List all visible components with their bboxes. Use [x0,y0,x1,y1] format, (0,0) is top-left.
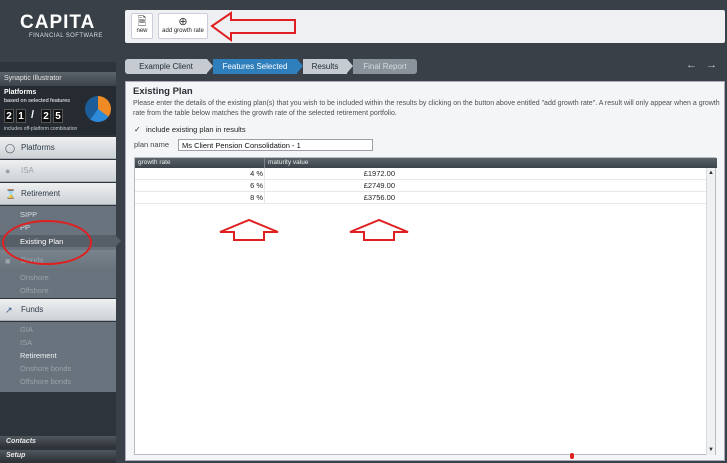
chart-icon: ↗ [5,305,13,315]
maturity-value-cell: £2749.00 [363,181,395,190]
counter-title: Platforms [4,89,37,96]
add-growth-rate-label: add growth rate [162,28,204,34]
scroll-up-icon[interactable]: ▲ [708,170,714,176]
piggy-bank-icon: ● [5,166,11,176]
breadcrumb-label: Final Report [363,62,407,71]
page-navigation: ← → [686,59,717,71]
counter-separator: / [31,109,35,121]
back-arrow-icon[interactable]: ← [686,59,697,71]
counter-digit: 1 [16,109,26,123]
counter-digit: 5 [53,109,63,123]
sidebar-subitem-onshore[interactable]: Onshore [20,273,49,282]
existing-plan-panel: Existing Plan Please enter the details o… [125,81,725,461]
logo-tagline: FINANCIAL SOFTWARE [29,33,103,39]
growth-rate-cell: 8 % [250,193,263,202]
counter-digit: 2 [4,109,14,123]
pie-chart-icon [85,96,111,122]
counter-subtitle: based on selected features [4,98,71,104]
column-header-growth-rate[interactable]: growth rate [135,158,265,168]
sidebar-subitem-offshore-bonds[interactable]: Offshore bonds [20,377,71,386]
new-button-label: new [136,28,148,34]
plan-name-label: plan name [134,140,170,149]
table-header: growth rate maturity value [135,158,717,168]
sidebar-item-retirement[interactable]: ⌛ Retirement [0,183,116,205]
growth-rate-cell: 4 % [250,169,263,178]
bonds-sublist: Onshore Offshore [0,270,116,298]
growth-rate-cell: 6 % [250,181,263,190]
instructions-text: Please enter the details of the existing… [133,100,720,117]
table-row[interactable]: 6 % £2749.00 [135,180,707,192]
column-header-maturity-value[interactable]: maturity value [265,158,717,168]
breadcrumb-results[interactable]: Results [303,59,347,74]
table-row[interactable]: 4 % £1972.00 [135,168,707,180]
toolbar: 🗎 new ⊕ add growth rate [125,10,725,43]
maturity-value-cell: £1972.00 [363,169,395,178]
logo-brand: CAPITA [20,12,96,33]
funds-sublist: GIA ISA Retirement Onshore bonds Offshor… [0,322,116,392]
table-row[interactable]: 8 % £3756.00 [135,192,707,204]
sidebar-subitem-retirement[interactable]: Retirement [20,351,57,360]
sidebar-item-label: ISA [21,166,34,175]
add-growth-rate-button[interactable]: ⊕ add growth rate [158,13,208,39]
page-title: Existing Plan [133,86,193,97]
breadcrumb-final-report[interactable]: Final Report [353,59,417,74]
counter-digit: 2 [41,109,51,123]
sidebar-subitem-gia[interactable]: GIA [20,325,33,334]
new-document-icon: 🗎 [137,16,147,28]
sidebar-subitem-onshore-bonds[interactable]: Onshore bonds [20,364,71,373]
tool-header: Synaptic Illustrator [0,72,116,86]
include-plan-label: include existing plan in results [146,125,246,134]
sidebar-item-platforms[interactable]: ◯ Platforms [0,137,116,159]
plan-name-input[interactable] [178,139,373,151]
annotation-dot [570,453,574,459]
include-plan-checkbox-row[interactable]: ✓ include existing plan in results [134,125,246,134]
breadcrumb-label: Example Client [139,62,193,71]
breadcrumb-label: Results [311,62,339,71]
breadcrumb-features-selected[interactable]: Features Selected [213,59,297,74]
setup-button[interactable]: Setup [0,450,116,462]
checkmark-icon[interactable]: ✓ [134,126,142,134]
platform-counter: Platforms based on selected features 2 1… [0,86,116,135]
vertical-scrollbar[interactable]: ▲ ▼ [706,168,715,455]
new-button[interactable]: 🗎 new [131,13,153,39]
sidebar-item-isa[interactable]: ● ISA [0,160,116,182]
sidebar-subitem-sipp[interactable]: SIPP [20,210,37,219]
contacts-button[interactable]: Contacts [0,436,116,448]
add-circle-icon: ⊕ [178,16,188,28]
forward-arrow-icon[interactable]: → [706,59,717,71]
growth-rate-table: growth rate maturity value 4 % £1972.00 … [134,157,717,455]
sidebar-item-label: Retirement [21,189,61,198]
breadcrumb-example-client[interactable]: Example Client [125,59,207,74]
annotation-arrow-up [219,218,279,241]
sidebar-subitem-isa[interactable]: ISA [20,338,32,347]
capita-logo: CAPITA FINANCIAL SOFTWARE [0,0,116,62]
sidebar-item-label: Funds [21,305,44,314]
active-pointer [116,236,121,246]
counter-footnote: includes off-platform combination [4,126,78,132]
sidebar-subitem-offshore[interactable]: Offshore [20,286,49,295]
scroll-down-icon[interactable]: ▼ [708,447,714,453]
annotation-ellipse [2,220,92,265]
annotation-arrow-left [210,11,296,42]
sidebar-item-label: Platforms [21,143,55,152]
hourglass-icon: ⌛ [5,189,17,199]
maturity-value-cell: £3756.00 [363,193,395,202]
sidebar-item-funds[interactable]: ↗ Funds [0,299,116,321]
breadcrumb-label: Features Selected [222,62,288,71]
platforms-icon: ◯ [5,143,16,153]
annotation-arrow-up [349,218,409,241]
